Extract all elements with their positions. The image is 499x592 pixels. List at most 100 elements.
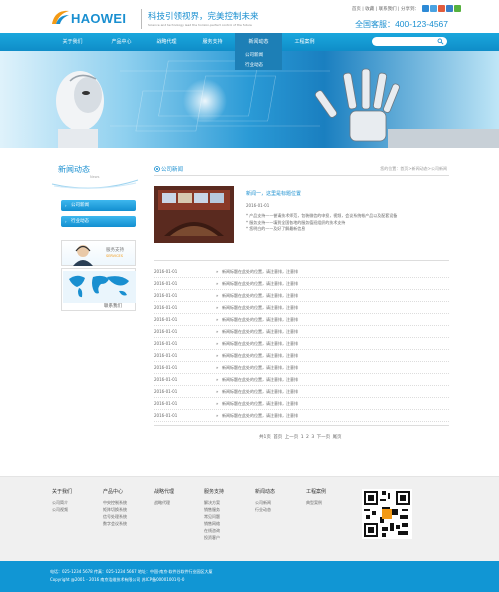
nav-support[interactable]: 服务支持 xyxy=(190,33,235,51)
title-divider xyxy=(154,175,449,176)
footer-col-head[interactable]: 服务支持 xyxy=(204,489,224,496)
list-item[interactable]: 2016-01-01 » 新闻标题在此处的位置，请注意排，注意排 xyxy=(154,314,449,326)
list-item[interactable]: 2016-01-01 » 新闻标题在此处的位置，请注意排，注意排 xyxy=(154,326,449,338)
pager-next[interactable]: 下一页 xyxy=(317,435,331,440)
news-title[interactable]: 新闻标题在此处的位置，请注意排，注意排 xyxy=(222,374,298,385)
service-title: 服务支持 xyxy=(106,248,124,253)
dropdown-item-industry-news[interactable]: 行业动态 xyxy=(235,61,282,71)
pager-prev[interactable]: 上一页 xyxy=(285,435,299,440)
nav-cases[interactable]: 工程案例 xyxy=(282,33,327,51)
list-item[interactable]: 2016-01-01 » 新闻标题在此处的位置，请注意排，注意排 xyxy=(154,338,449,350)
list-item[interactable]: 2016-01-01 » 新闻标题在此处的位置，请注意排，注意排 xyxy=(154,362,449,374)
pager-page-3[interactable]: 3 xyxy=(311,435,314,440)
sidebar-item-industry-news[interactable]: › 行业动态 xyxy=(61,216,136,227)
footer-link[interactable]: 解决方案 xyxy=(204,499,224,506)
list-item[interactable]: 2016-01-01 » 新闻标题在此处的位置，请注意排，注意排 xyxy=(154,278,449,290)
footer-link[interactable]: 常见问题 xyxy=(204,513,224,520)
nav-products[interactable]: 产品中心 xyxy=(99,33,144,51)
list-item[interactable]: 2016-01-01 » 新闻标题在此处的位置，请注意排，注意排 xyxy=(154,374,449,386)
footer-link[interactable]: 在线咨询 xyxy=(204,527,224,534)
social-share xyxy=(421,5,461,12)
contact-us-label: 联系我们 xyxy=(104,304,122,309)
footer-col-about: 关于我们 公司简介 公司视频 xyxy=(52,489,72,513)
featured-news-title[interactable]: 新闻一，这里是标题位置 xyxy=(246,190,301,197)
bullet-icon: » xyxy=(216,329,219,334)
footer-link[interactable]: 销售网络 xyxy=(204,520,224,527)
list-item[interactable]: 2016-01-01 » 新闻标题在此处的位置，请注意排，注意排 xyxy=(154,266,449,278)
news-date: 2016-01-01 xyxy=(154,281,178,286)
footer-link[interactable]: 销售服务 xyxy=(204,506,224,513)
share-qzone-icon[interactable] xyxy=(422,5,429,12)
footer-link[interactable]: 行业动态 xyxy=(255,506,275,513)
footer-col-head[interactable]: 工程案例 xyxy=(306,489,326,496)
site-footer: 关于我们 公司简介 公司视频 产品中心 中央控制系统 矩阵切换系统 信号处理系统… xyxy=(0,476,499,561)
dropdown-item-company-news[interactable]: 公司新闻 xyxy=(235,51,282,61)
list-item[interactable]: 2016-01-01 » 新闻标题在此处的位置，请注意排，注意排 xyxy=(154,302,449,314)
service-support-card[interactable]: 服务支持 SERVICES xyxy=(61,240,136,266)
news-title[interactable]: 新闻标题在此处的位置，请注意排，注意排 xyxy=(222,410,298,421)
list-item[interactable]: 2016-01-01 » 新闻标题在此处的位置，请注意排，注意排 xyxy=(154,350,449,362)
search-icon[interactable] xyxy=(437,38,444,45)
slogan-subtitle: Science and technology lead the horizon,… xyxy=(148,23,252,27)
news-title[interactable]: 新闻标题在此处的位置，请注意排，注意排 xyxy=(222,266,298,277)
share-renren-icon[interactable] xyxy=(446,5,453,12)
list-item[interactable]: 2016-01-01 » 新闻标题在此处的位置，请注意排，注意排 xyxy=(154,410,449,422)
share-weibo-icon[interactable] xyxy=(430,5,437,12)
footer-col-head[interactable]: 新闻动态 xyxy=(255,489,275,496)
footer-col-head[interactable]: 关于我们 xyxy=(52,489,72,496)
footer-link[interactable]: 战略代理 xyxy=(154,499,174,506)
sidebar-item-company-news[interactable]: › 公司新闻 xyxy=(61,200,136,211)
footer-link[interactable]: 投资客户 xyxy=(204,534,224,541)
breadcrumb[interactable]: 您的位置：首页>新闻动态>公司新闻 xyxy=(380,166,447,172)
news-title[interactable]: 新闻标题在此处的位置，请注意排，注意排 xyxy=(222,326,298,337)
footer-link[interactable]: 信号处理系统 xyxy=(103,513,127,520)
news-list: 2016-01-01» 新闻标题在此处的位置，请注意排，注意排 2016-01-0… xyxy=(154,266,449,422)
sidebar-item-label: 公司新闻 xyxy=(71,203,89,208)
footer-link[interactable]: 公司简介 xyxy=(52,499,72,506)
slogan-divider xyxy=(141,9,142,29)
share-wechat-icon[interactable] xyxy=(454,5,461,12)
qr-code-icon xyxy=(362,489,412,539)
footer-link[interactable]: 典型案例 xyxy=(306,499,326,506)
nav-news[interactable]: 新闻动态 xyxy=(235,33,282,51)
news-title[interactable]: 新闻标题在此处的位置，请注意排，注意排 xyxy=(222,386,298,397)
news-title[interactable]: 新闻标题在此处的位置，请注意排，注意排 xyxy=(222,290,298,301)
footer-col-head[interactable]: 战略代理 xyxy=(154,489,174,496)
nav-agency[interactable]: 战略代理 xyxy=(144,33,189,51)
top-links[interactable]: 首页 | 收藏 | 联系我们 | 分享到： xyxy=(352,6,419,12)
share-tencent-icon[interactable] xyxy=(438,5,445,12)
list-item[interactable]: 2016-01-01 » 新闻标题在此处的位置，请注意排，注意排 xyxy=(154,290,449,302)
nav-about[interactable]: 关于我们 xyxy=(50,33,95,51)
news-title[interactable]: 新闻标题在此处的位置，请注意排，注意排 xyxy=(222,278,298,289)
section-bullet-icon xyxy=(154,166,160,172)
footer-link[interactable]: 矩阵切换系统 xyxy=(103,506,127,513)
news-title[interactable]: 新闻标题在此处的位置，请注意排，注意排 xyxy=(222,314,298,325)
contact-map-card[interactable]: 联系我们 xyxy=(61,268,136,311)
bullet-icon: » xyxy=(216,401,219,406)
pager-first[interactable]: 首页 xyxy=(273,435,282,440)
hotline-label: 全国客服： xyxy=(355,20,396,29)
search-input[interactable] xyxy=(372,37,447,46)
footer-link[interactable]: 数字会议系统 xyxy=(103,520,127,527)
page: HAOWEI 科技引领视界，完美控制未来 Science and technol… xyxy=(0,0,499,592)
footer-link[interactable]: 中央控制系统 xyxy=(103,499,127,506)
footer-col-head[interactable]: 产品中心 xyxy=(103,489,127,496)
news-title[interactable]: 新闻标题在此处的位置，请注意排，注意排 xyxy=(222,338,298,349)
list-item[interactable]: 2016-01-01 » 新闻标题在此处的位置，请注意排，注意排 xyxy=(154,386,449,398)
news-title[interactable]: 新闻标题在此处的位置，请注意排，注意排 xyxy=(222,362,298,373)
news-date: 2016-01-01 xyxy=(154,341,178,346)
pager-last[interactable]: 尾页 xyxy=(333,435,342,440)
pager-page-1[interactable]: 1 xyxy=(301,435,304,440)
hotline: 全国客服：400-123-4567 xyxy=(355,19,448,30)
footer-link[interactable]: 公司新闻 xyxy=(255,499,275,506)
featured-news-image[interactable] xyxy=(154,186,234,243)
news-title[interactable]: 新闻标题在此处的位置，请注意排，注意排 xyxy=(222,302,298,313)
news-title[interactable]: 新闻标题在此处的位置，请注意排，注意排 xyxy=(222,350,298,361)
news-title[interactable]: 新闻标题在此处的位置，请注意排，注意排 xyxy=(222,398,298,409)
featured-news-date: 2016-01-01 xyxy=(246,203,270,208)
list-item[interactable]: 2016-01-01 » 新闻标题在此处的位置，请注意排，注意排 xyxy=(154,398,449,410)
site-logo[interactable]: HAOWEI xyxy=(50,7,140,29)
sidebar-header: 新闻动态 News xyxy=(50,160,140,190)
pager-page-2[interactable]: 2 xyxy=(306,435,309,440)
footer-link[interactable]: 公司视频 xyxy=(52,506,72,513)
